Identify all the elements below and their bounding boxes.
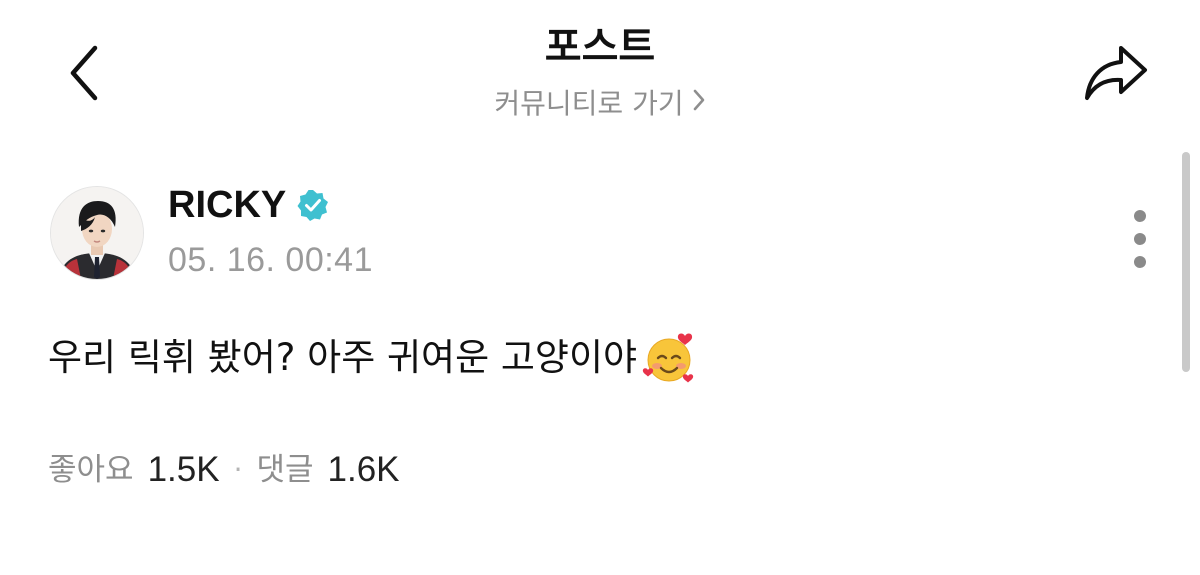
chevron-right-icon	[692, 83, 706, 123]
likes-label: 좋아요	[48, 452, 134, 488]
more-options-button[interactable]	[1118, 202, 1162, 276]
profile-photo	[51, 187, 143, 279]
stats-separator: ·	[233, 453, 243, 486]
more-vertical-icon	[1134, 210, 1146, 222]
author-row[interactable]: RICKY	[168, 182, 330, 228]
share-arrow-icon	[1085, 46, 1147, 100]
community-link[interactable]: 커뮤니티로 가기	[0, 84, 1200, 124]
author-name[interactable]: RICKY	[168, 182, 286, 228]
post-page: 포스트 커뮤니티로 가기 RICKY 05. 16. 00:41 우리 릭휘 봤…	[0, 0, 1200, 575]
post-stats: 좋아요 1.5K · 댓글 1.6K	[48, 446, 400, 494]
post-text: 우리 릭휘 봤어? 아주 귀여운 고양이야	[48, 336, 638, 379]
likes-count: 1.5K	[147, 450, 220, 489]
share-button[interactable]	[1078, 40, 1154, 106]
avatar[interactable]	[50, 186, 144, 280]
smiling-face-with-hearts-icon	[642, 333, 694, 383]
likes-stat[interactable]: 좋아요 1.5K	[48, 446, 220, 494]
more-vertical-icon-dot	[1134, 233, 1146, 245]
scrollbar[interactable]	[1182, 152, 1190, 372]
verified-badge-icon	[296, 188, 330, 222]
more-vertical-icon-dot	[1134, 256, 1146, 268]
comments-count: 1.6K	[327, 450, 400, 489]
comments-stat[interactable]: 댓글 1.6K	[256, 446, 399, 494]
post-body: 우리 릭휘 봤어? 아주 귀여운 고양이야	[48, 330, 697, 386]
comments-label: 댓글	[256, 452, 314, 488]
community-link-label: 커뮤니티로 가기	[494, 87, 684, 120]
post-timestamp: 05. 16. 00:41	[168, 241, 374, 279]
page-title: 포스트	[544, 24, 656, 70]
